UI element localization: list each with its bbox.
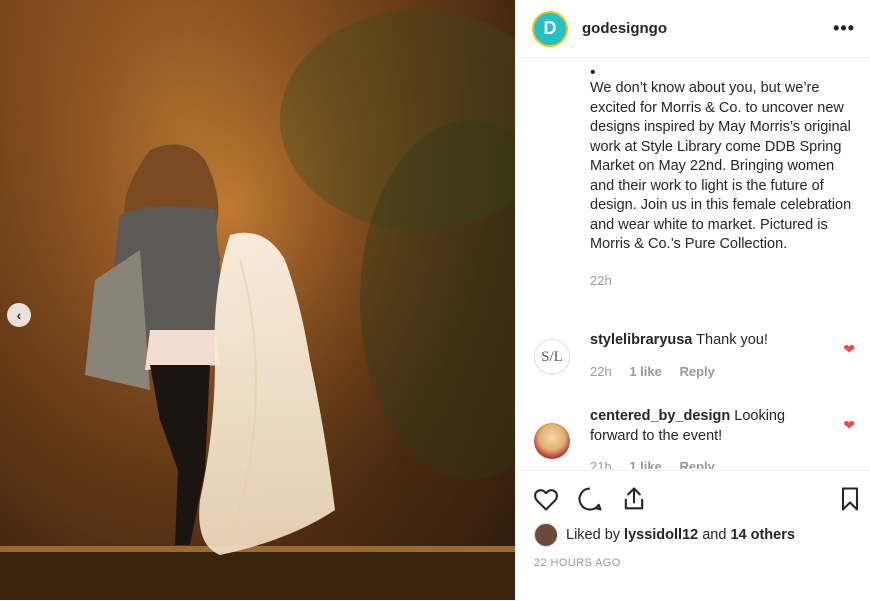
bookmark-icon[interactable] xyxy=(836,485,864,513)
comment-icon[interactable] xyxy=(576,485,604,513)
comments-area[interactable]: • We don’t know about you, but we’re exc… xyxy=(516,59,870,469)
liker-avatar[interactable] xyxy=(534,523,558,547)
chevron-left-icon: ‹ xyxy=(16,307,22,323)
post-photo[interactable]: ‹ xyxy=(0,0,515,600)
more-options-icon[interactable]: ••• xyxy=(833,18,855,39)
comment-avatar[interactable]: S/L xyxy=(534,339,570,375)
photo-illustration xyxy=(0,0,515,600)
reply-button[interactable]: Reply xyxy=(679,459,714,469)
likes-middle: and xyxy=(698,527,731,543)
avatar-monogram: S/L xyxy=(541,348,563,365)
comment-text: Thank you! xyxy=(696,332,768,348)
post-panel: D godesigngo ••• • We don’t know about y… xyxy=(515,0,870,600)
heart-liked-icon[interactable]: ❤ xyxy=(843,341,855,358)
likes-others-link[interactable]: 14 others xyxy=(730,527,794,543)
share-icon[interactable] xyxy=(620,485,648,513)
post-timestamp: 22 HOURS AGO xyxy=(534,557,621,569)
author-username[interactable]: godesigngo xyxy=(582,20,667,37)
action-bar: Liked by lyssidoll12 and 14 others 22 HO… xyxy=(516,470,870,601)
heart-liked-icon[interactable]: ❤ xyxy=(843,417,855,434)
likes-summary: Liked by lyssidoll12 and 14 others xyxy=(534,523,795,547)
caption-time: 22h xyxy=(590,272,612,288)
comment-likes[interactable]: 1 like xyxy=(629,459,662,469)
post-header: D godesigngo ••• xyxy=(516,0,870,58)
comment-meta: 22h 1 like Reply xyxy=(590,362,825,382)
liker-username[interactable]: lyssidoll12 xyxy=(624,527,698,543)
comment-time: 22h xyxy=(590,363,612,379)
previous-image-button[interactable]: ‹ xyxy=(7,303,31,327)
caption-text: We don’t know about you, but we’re excit… xyxy=(590,80,852,252)
caption: • We don’t know about you, but we’re exc… xyxy=(590,64,860,290)
comment-username[interactable]: stylelibraryusa xyxy=(590,332,692,348)
comment-avatar[interactable] xyxy=(534,423,570,459)
heart-icon[interactable] xyxy=(532,485,560,513)
comment-body: stylelibraryusa Thank you! 22h 1 like Re… xyxy=(590,331,825,381)
comment-time: 21h xyxy=(590,459,612,469)
avatar-letter: D xyxy=(543,18,557,38)
caption-bullet: • xyxy=(590,64,596,81)
likes-prefix: Liked by xyxy=(566,527,625,543)
comment-likes[interactable]: 1 like xyxy=(629,364,662,379)
comment-body: centered_by_design Looking forward to th… xyxy=(590,407,825,469)
author-avatar[interactable]: D xyxy=(532,10,568,47)
reply-button[interactable]: Reply xyxy=(679,364,714,379)
comment-meta: 21h 1 like Reply xyxy=(590,457,825,469)
comment-username[interactable]: centered_by_design xyxy=(590,408,730,424)
